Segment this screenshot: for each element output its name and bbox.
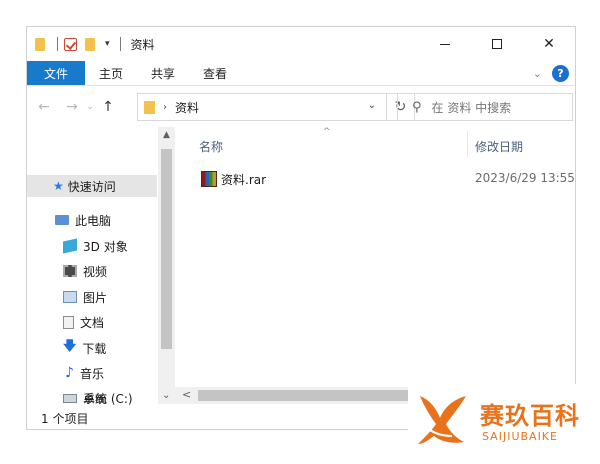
customize-toolbar-chevron-icon[interactable]: ▾ xyxy=(105,39,110,49)
column-header-name[interactable]: 名称 xyxy=(199,138,223,155)
computer-icon xyxy=(55,215,69,225)
breadcrumb-chevron-icon[interactable]: › xyxy=(163,102,167,113)
nav-item-3d-objects[interactable]: 3D 对象 xyxy=(63,235,128,257)
nav-item-label: 3D 对象 xyxy=(83,239,128,254)
whale-tail-logo-icon xyxy=(418,396,466,444)
nav-item-system-drive[interactable]: 系统 (C:) xyxy=(63,387,133,409)
column-header-row: 名称 ^ 修改日期 xyxy=(175,127,575,163)
help-icon[interactable]: ? xyxy=(552,65,569,82)
tab-file[interactable]: 文件 xyxy=(27,61,85,85)
new-folder-icon[interactable] xyxy=(85,37,95,51)
download-arrow-icon: 🡇 xyxy=(63,339,77,354)
forward-arrow-icon[interactable]: → xyxy=(61,99,83,115)
maximize-icon xyxy=(492,39,502,49)
nav-item-documents[interactable]: 文档 xyxy=(63,311,104,333)
file-modified-date: 2023/6/29 13:55 xyxy=(475,171,575,185)
column-header-date[interactable]: 修改日期 xyxy=(475,138,523,155)
window-title: 资料 xyxy=(130,37,155,52)
toolbar-separator xyxy=(57,37,58,51)
title-bar: ▾ 资料 ✕ xyxy=(27,27,575,61)
nav-expand-chevron-icon[interactable]: ⌄ xyxy=(162,390,170,401)
quick-access-toolbar: ▾ xyxy=(27,37,127,51)
film-icon xyxy=(63,265,77,277)
minimize-button[interactable] xyxy=(419,27,471,61)
nav-pane-scrollbar[interactable]: ▲ xyxy=(158,127,175,403)
nav-item-label: 文档 xyxy=(80,315,105,330)
window-controls: ✕ xyxy=(419,27,575,61)
expand-ribbon-chevron-icon[interactable]: ⌄ xyxy=(533,67,542,80)
column-divider[interactable] xyxy=(467,131,468,157)
nav-item-label: 下载 xyxy=(82,341,107,356)
file-list: 名称 ^ 修改日期 资料.rar 2023/6/29 13:55 xyxy=(175,127,575,403)
breadcrumb-item[interactable]: 资料 xyxy=(175,99,199,116)
nav-item-label: 图片 xyxy=(83,290,108,305)
ribbon-right-controls: ⌄ ? xyxy=(533,65,569,82)
nav-item-downloads[interactable]: 🡇 下载 xyxy=(63,337,106,359)
search-placeholder: 在 资料 中搜索 xyxy=(431,100,512,115)
sort-ascending-icon: ^ xyxy=(323,127,331,137)
back-arrow-icon[interactable]: ← xyxy=(33,99,55,115)
picture-icon xyxy=(63,291,77,303)
recent-locations-chevron-icon[interactable]: ⌄ xyxy=(83,102,97,112)
explorer-window: ▾ 资料 ✕ 文件 主页 共享 查看 ⌄ ? ← → ⌄ ↑ › 资料 ⌄ ↻ … xyxy=(26,26,576,430)
minimize-icon xyxy=(440,43,450,45)
search-input[interactable]: ⚲ 在 资料 中搜索 xyxy=(397,93,573,121)
scroll-up-arrow-icon[interactable]: ▲ xyxy=(158,130,175,140)
nav-item-videos[interactable]: 视频 xyxy=(63,260,107,282)
file-row[interactable]: 资料.rar 2023/6/29 13:55 xyxy=(175,167,575,191)
nav-item-label: 此电脑 xyxy=(75,213,112,228)
star-icon: ★ xyxy=(53,179,64,193)
cube-icon xyxy=(63,238,77,254)
nav-item-pictures[interactable]: 图片 xyxy=(63,286,107,308)
nav-item-label: 系统 (C:) xyxy=(83,391,133,406)
folder-icon xyxy=(144,100,155,114)
nav-item-label: 音乐 xyxy=(79,366,104,381)
watermark-brand-latin: SAIJIUBAIKE xyxy=(482,430,558,443)
address-dropdown-chevron-icon[interactable]: ⌄ xyxy=(368,100,376,111)
maximize-button[interactable] xyxy=(471,27,523,61)
nav-item-music[interactable]: ♪ 音乐 xyxy=(65,362,104,384)
address-bar[interactable]: › 资料 ⌄ xyxy=(137,93,387,121)
item-count: 1 个项目 xyxy=(41,411,89,426)
ribbon-tabs: 文件 主页 共享 查看 ⌄ ? xyxy=(27,61,575,86)
scroll-left-arrow-icon[interactable]: < xyxy=(182,388,191,401)
scrollbar-thumb[interactable] xyxy=(198,390,418,401)
nav-item-quick-access[interactable]: ★ 快速访问 xyxy=(27,175,157,197)
navigation-pane: ★ 快速访问 此电脑 3D 对象 视频 图片 文档 🡇 下载 ♪ 音乐 桌面 xyxy=(27,127,175,403)
file-name: 资料.rar xyxy=(221,173,267,187)
nav-item-label: 视频 xyxy=(83,264,108,279)
close-button[interactable]: ✕ xyxy=(523,27,575,61)
document-icon xyxy=(63,315,74,329)
address-row: ← → ⌄ ↑ › 资料 ⌄ ↻ ⚲ 在 资料 中搜索 xyxy=(27,91,575,123)
nav-item-label: 快速访问 xyxy=(67,179,116,194)
folder-icon xyxy=(35,37,45,51)
properties-icon[interactable] xyxy=(64,37,77,51)
scrollbar-thumb[interactable] xyxy=(161,149,172,349)
toolbar-separator xyxy=(119,37,121,51)
drive-icon xyxy=(63,393,77,403)
rar-archive-icon xyxy=(201,171,217,187)
tab-home[interactable]: 主页 xyxy=(85,61,137,85)
up-arrow-icon[interactable]: ↑ xyxy=(97,99,119,115)
tab-share[interactable]: 共享 xyxy=(137,61,189,85)
watermark: 赛玖百科 SAIJIUBAIKE xyxy=(408,384,598,462)
nav-item-this-pc[interactable]: 此电脑 xyxy=(55,209,111,231)
watermark-brand: 赛玖百科 xyxy=(480,402,580,430)
search-icon: ⚲ xyxy=(412,99,422,115)
tab-view[interactable]: 查看 xyxy=(189,61,241,85)
music-note-icon: ♪ xyxy=(65,365,74,381)
close-icon: ✕ xyxy=(543,36,555,52)
